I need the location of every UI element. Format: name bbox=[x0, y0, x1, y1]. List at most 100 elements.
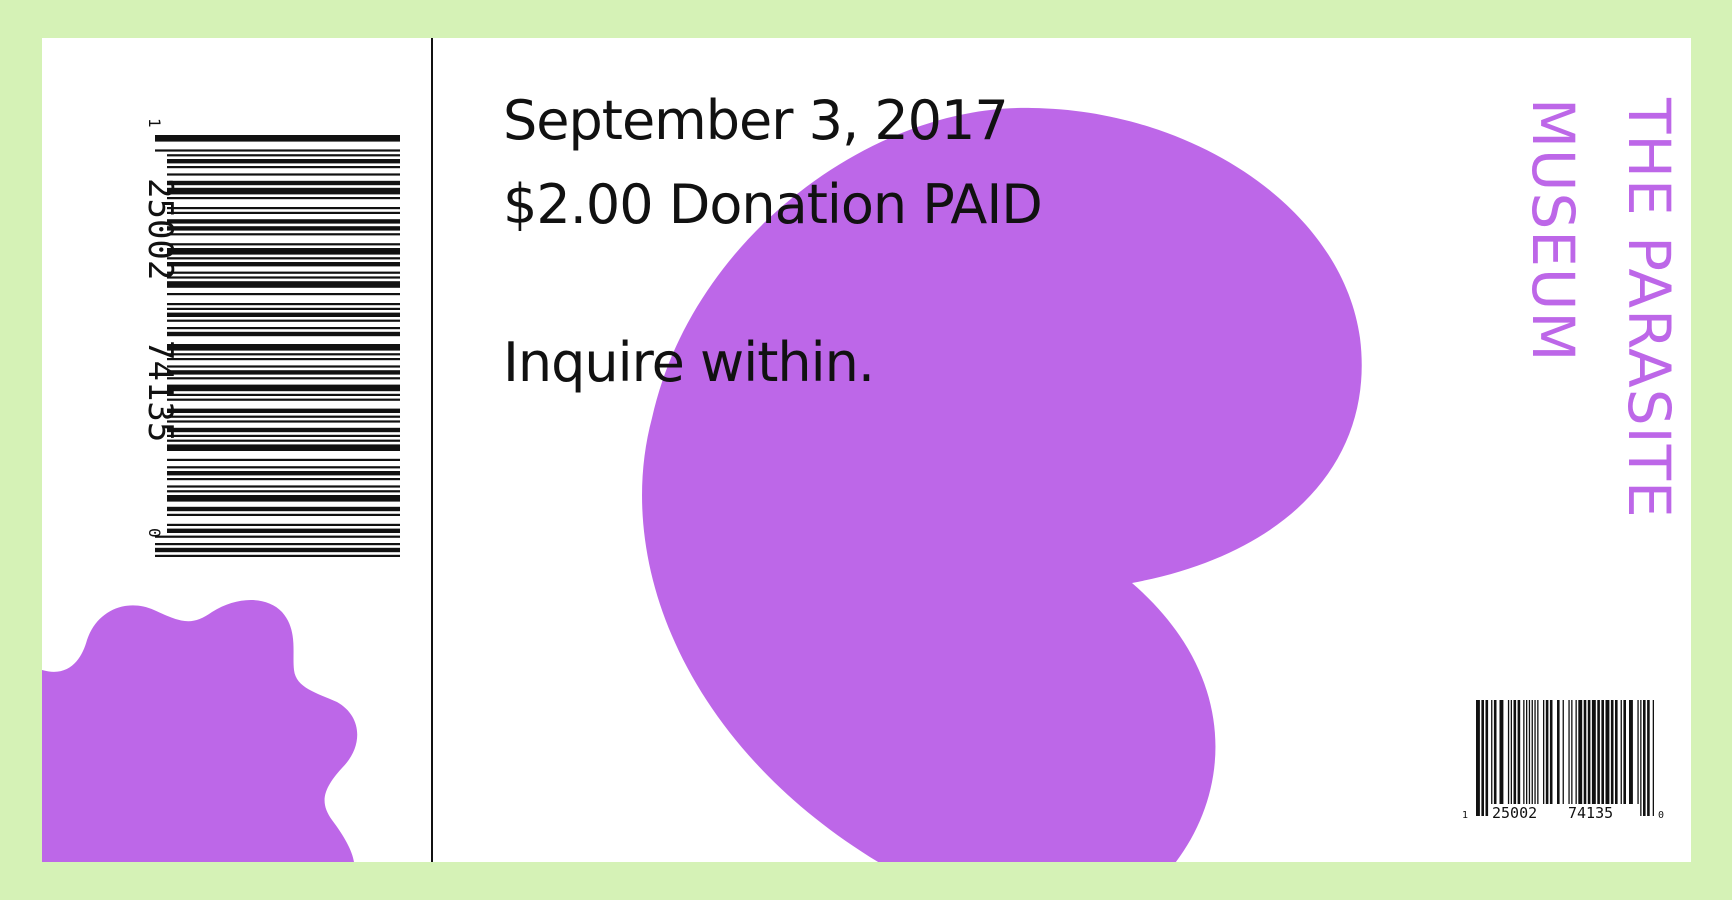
barcode-bar bbox=[1531, 700, 1533, 804]
barcode-bar bbox=[1528, 700, 1531, 804]
barcode-bar bbox=[167, 312, 400, 317]
barcode-bar bbox=[1597, 700, 1600, 804]
barcode-bar bbox=[1571, 700, 1573, 804]
barcode-bar bbox=[167, 420, 400, 423]
barcode-group-1: 25002 bbox=[140, 178, 180, 280]
barcode-bar bbox=[167, 485, 400, 488]
barcode-bar bbox=[1640, 700, 1642, 816]
barcode-bar bbox=[167, 226, 400, 231]
barcode-bar bbox=[167, 408, 400, 413]
barcode-bar bbox=[167, 276, 400, 279]
barcode-bar bbox=[167, 490, 400, 493]
barcode-group-1: 25002 bbox=[1492, 804, 1537, 822]
barcode-bar bbox=[167, 207, 400, 210]
barcode-bar bbox=[1562, 700, 1564, 804]
barcode-bar bbox=[1499, 700, 1504, 804]
barcode-bar bbox=[1591, 700, 1596, 804]
main-barcode: 1 25002 74135 0 bbox=[1462, 700, 1664, 822]
barcode-bar bbox=[1557, 700, 1560, 804]
corner-purple-blob bbox=[42, 600, 358, 862]
barcode-bar bbox=[167, 478, 400, 481]
barcode-bar bbox=[1517, 700, 1521, 804]
barcode-bar bbox=[167, 439, 400, 442]
barcode-bar bbox=[1583, 700, 1587, 804]
barcode-bar bbox=[167, 154, 400, 157]
barcode-trail-digit: 0 bbox=[1658, 810, 1664, 821]
barcode-bar bbox=[1605, 700, 1610, 804]
barcode-group-2: 74135 bbox=[1568, 804, 1613, 822]
barcode-bar bbox=[1578, 700, 1583, 804]
museum-name-line-2: MUSEUM bbox=[1519, 98, 1587, 363]
barcode-bar bbox=[1629, 700, 1633, 804]
barcode-bar bbox=[1637, 700, 1639, 804]
barcode-bar bbox=[167, 281, 400, 288]
barcode-bar bbox=[1534, 700, 1536, 804]
barcode-bar bbox=[167, 353, 400, 356]
barcode-bar bbox=[1507, 700, 1510, 804]
ticket-note: Inquire within. bbox=[503, 331, 875, 394]
barcode-bar bbox=[167, 331, 400, 337]
barcode-bar bbox=[1623, 700, 1626, 804]
barcode-bar bbox=[1601, 700, 1604, 804]
barcode-bar bbox=[1537, 700, 1539, 804]
barcode-bar bbox=[167, 159, 400, 164]
barcode-bar bbox=[1587, 700, 1591, 804]
ticket: 1 25002 74135 0 September 3, 2017 $2.00 Don… bbox=[42, 38, 1691, 862]
barcode-bar bbox=[167, 495, 400, 502]
barcode-bar bbox=[167, 327, 400, 330]
barcode-bar bbox=[167, 398, 400, 401]
corner-blob-shape bbox=[42, 600, 358, 862]
barcode-bar bbox=[155, 135, 400, 142]
barcode-bar bbox=[167, 262, 400, 267]
ticket-payment: $2.00 Donation PAID bbox=[503, 173, 1043, 236]
barcode-bar bbox=[1610, 700, 1614, 804]
barcode-bar bbox=[1543, 700, 1545, 804]
barcode-bar bbox=[167, 243, 400, 246]
barcode-trail-digit: 0 bbox=[145, 528, 164, 538]
barcode-bar bbox=[167, 319, 400, 322]
barcode-bar bbox=[167, 197, 400, 200]
barcode-bar bbox=[1549, 700, 1553, 804]
barcode-bar bbox=[1652, 700, 1654, 816]
barcode-lead-digit: 1 bbox=[1462, 810, 1468, 821]
barcode-bar bbox=[155, 149, 400, 152]
barcode-bar bbox=[155, 554, 400, 557]
barcode-bar bbox=[167, 271, 400, 274]
barcode-bar bbox=[167, 173, 400, 176]
barcode-bar bbox=[1568, 700, 1570, 804]
barcode-bar bbox=[1491, 700, 1493, 804]
barcode-bar bbox=[167, 180, 400, 186]
ticket-date: September 3, 2017 bbox=[503, 89, 1009, 152]
barcode-bar bbox=[1615, 700, 1618, 804]
perforation-divider bbox=[431, 38, 433, 862]
barcode-bar bbox=[167, 187, 400, 195]
barcode-bar bbox=[167, 471, 400, 476]
barcode-bar bbox=[167, 293, 400, 296]
barcode-bar bbox=[167, 257, 400, 260]
barcode-bar bbox=[1493, 700, 1497, 804]
barcode-bar bbox=[167, 166, 400, 169]
barcode-bar bbox=[1523, 700, 1525, 804]
barcode-bar bbox=[167, 466, 400, 469]
barcode-group-2: 74135 bbox=[140, 340, 180, 442]
barcode-bar bbox=[167, 211, 400, 214]
barcode-bar bbox=[167, 248, 400, 255]
barcode-bar bbox=[167, 233, 400, 236]
barcode-bar bbox=[167, 365, 400, 368]
barcode-bar bbox=[167, 370, 400, 375]
barcode-bar bbox=[167, 458, 400, 461]
barcode-bar bbox=[1481, 700, 1484, 816]
barcode-bar bbox=[1513, 700, 1517, 804]
barcode-bar bbox=[1620, 700, 1622, 804]
stub-barcode: 1 25002 74135 0 bbox=[140, 118, 400, 557]
barcode-bar bbox=[167, 344, 400, 351]
barcode-bar bbox=[1485, 700, 1489, 816]
barcode-bar bbox=[167, 513, 400, 516]
barcode-bar bbox=[167, 506, 400, 512]
barcode-bar bbox=[1575, 700, 1577, 804]
museum-name-line-1: THE PARASITE bbox=[1615, 98, 1683, 519]
barcode-bar bbox=[167, 377, 400, 380]
barcode-bar bbox=[167, 415, 400, 418]
barcode-bar bbox=[167, 444, 400, 451]
barcode-bar bbox=[155, 547, 400, 553]
